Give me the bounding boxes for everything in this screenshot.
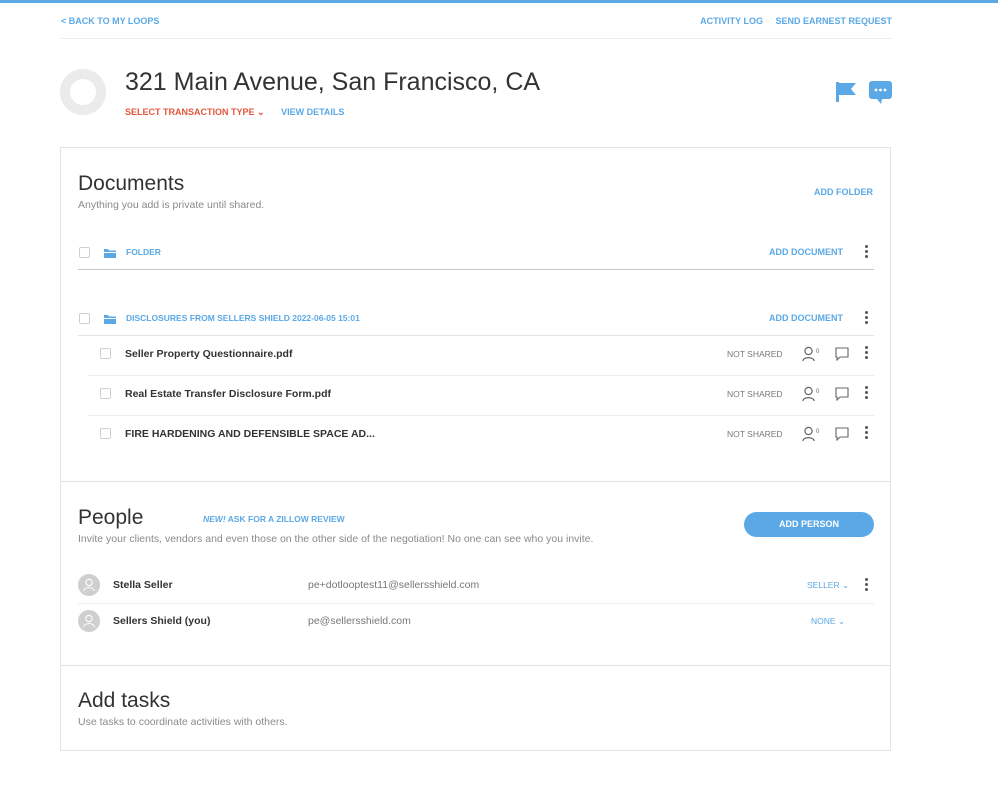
share-status: NOT SHARED	[727, 349, 783, 359]
view-details-link[interactable]: VIEW DETAILS	[281, 107, 344, 117]
activity-log-link[interactable]: ACTIVITY LOG	[700, 16, 763, 26]
tasks-subtitle: Use tasks to coordinate activities with …	[78, 716, 288, 728]
kebab-menu-icon[interactable]	[863, 311, 869, 327]
people-title: People	[78, 506, 144, 529]
folder-checkbox[interactable]	[79, 247, 90, 258]
person-email: pe@sellersshield.com	[308, 615, 411, 627]
top-accent-bar	[0, 0, 998, 3]
kebab-menu-icon[interactable]	[863, 386, 869, 402]
add-document-link[interactable]: ADD DOCUMENT	[769, 247, 843, 257]
folder-name[interactable]: DISCLOSURES FROM SELLERS SHIELD 2022-06-…	[126, 313, 360, 323]
kebab-menu-icon[interactable]	[863, 426, 869, 442]
select-transaction-type-dropdown[interactable]: SELECT TRANSACTION TYPE ⌄	[125, 107, 265, 117]
comment-icon[interactable]	[835, 427, 849, 441]
document-name[interactable]: FIRE HARDENING AND DEFENSIBLE SPACE AD..…	[125, 428, 375, 440]
documents-subtitle: Anything you add is private until shared…	[78, 199, 265, 211]
person-email: pe+dotlooptest11@sellersshield.com	[308, 579, 480, 591]
person-icon[interactable]: 0	[802, 386, 820, 402]
documents-title: Documents	[78, 172, 185, 195]
top-nav: < BACK TO MY LOOPS ACTIVITY LOG SEND EAR…	[61, 14, 892, 39]
add-document-link[interactable]: ADD DOCUMENT	[769, 313, 843, 323]
folder-icon	[104, 249, 116, 258]
kebab-menu-icon[interactable]	[863, 245, 869, 261]
document-checkbox[interactable]	[100, 428, 111, 439]
share-status: NOT SHARED	[727, 389, 783, 399]
header-sub-links: SELECT TRANSACTION TYPE ⌄ VIEW DETAILS	[125, 107, 344, 118]
user-avatar-icon	[78, 610, 100, 632]
back-to-loops-link[interactable]: < BACK TO MY LOOPS	[61, 16, 159, 26]
people-subtitle: Invite your clients, vendors and even th…	[78, 533, 594, 545]
folder-name[interactable]: FOLDER	[126, 247, 161, 257]
shared-count: 0	[816, 349, 820, 355]
person-icon[interactable]: 0	[802, 426, 820, 442]
loop-card: Documents Anything you add is private un…	[60, 147, 891, 751]
zillow-review-label: ASK FOR A ZILLOW REVIEW	[225, 514, 345, 524]
divider	[88, 375, 874, 376]
share-status: NOT SHARED	[727, 429, 783, 439]
comment-icon[interactable]	[835, 347, 849, 361]
add-folder-link[interactable]: ADD FOLDER	[814, 187, 873, 197]
divider	[78, 603, 874, 604]
document-checkbox[interactable]	[100, 388, 111, 399]
section-divider	[61, 665, 890, 666]
document-name[interactable]: Real Estate Transfer Disclosure Form.pdf	[125, 388, 331, 400]
folder-icon	[104, 315, 116, 324]
document-name[interactable]: Seller Property Questionnaire.pdf	[125, 348, 292, 360]
document-checkbox[interactable]	[100, 348, 111, 359]
send-earnest-request-link[interactable]: SEND EARNEST REQUEST	[775, 16, 892, 26]
role-dropdown[interactable]: NONE ⌄	[811, 616, 845, 627]
section-divider	[61, 481, 890, 482]
tasks-title: Add tasks	[78, 689, 171, 712]
divider	[78, 335, 874, 336]
flag-icon[interactable]	[834, 81, 858, 103]
folder-checkbox[interactable]	[79, 313, 90, 324]
new-badge: NEW!	[203, 514, 226, 524]
divider	[78, 269, 874, 270]
comment-icon[interactable]	[835, 387, 849, 401]
shared-count: 0	[816, 389, 820, 395]
kebab-menu-icon[interactable]	[863, 346, 869, 362]
user-avatar-icon	[78, 574, 100, 596]
page-title: 321 Main Avenue, San Francisco, CA	[125, 68, 541, 96]
zillow-review-link[interactable]: NEW! ASK FOR A ZILLOW REVIEW	[203, 514, 345, 524]
loop-avatar[interactable]	[60, 69, 106, 115]
add-person-button[interactable]: ADD PERSON	[744, 512, 874, 537]
person-name[interactable]: Sellers Shield (you)	[113, 615, 210, 627]
nav-right-links: ACTIVITY LOG SEND EARNEST REQUEST	[690, 16, 892, 26]
role-dropdown[interactable]: SELLER ⌄	[807, 580, 849, 591]
person-name[interactable]: Stella Seller	[113, 579, 173, 591]
kebab-menu-icon[interactable]	[863, 578, 869, 594]
chat-icon[interactable]	[869, 81, 892, 105]
person-icon[interactable]: 0	[802, 346, 820, 362]
divider	[88, 415, 874, 416]
shared-count: 0	[816, 429, 820, 435]
